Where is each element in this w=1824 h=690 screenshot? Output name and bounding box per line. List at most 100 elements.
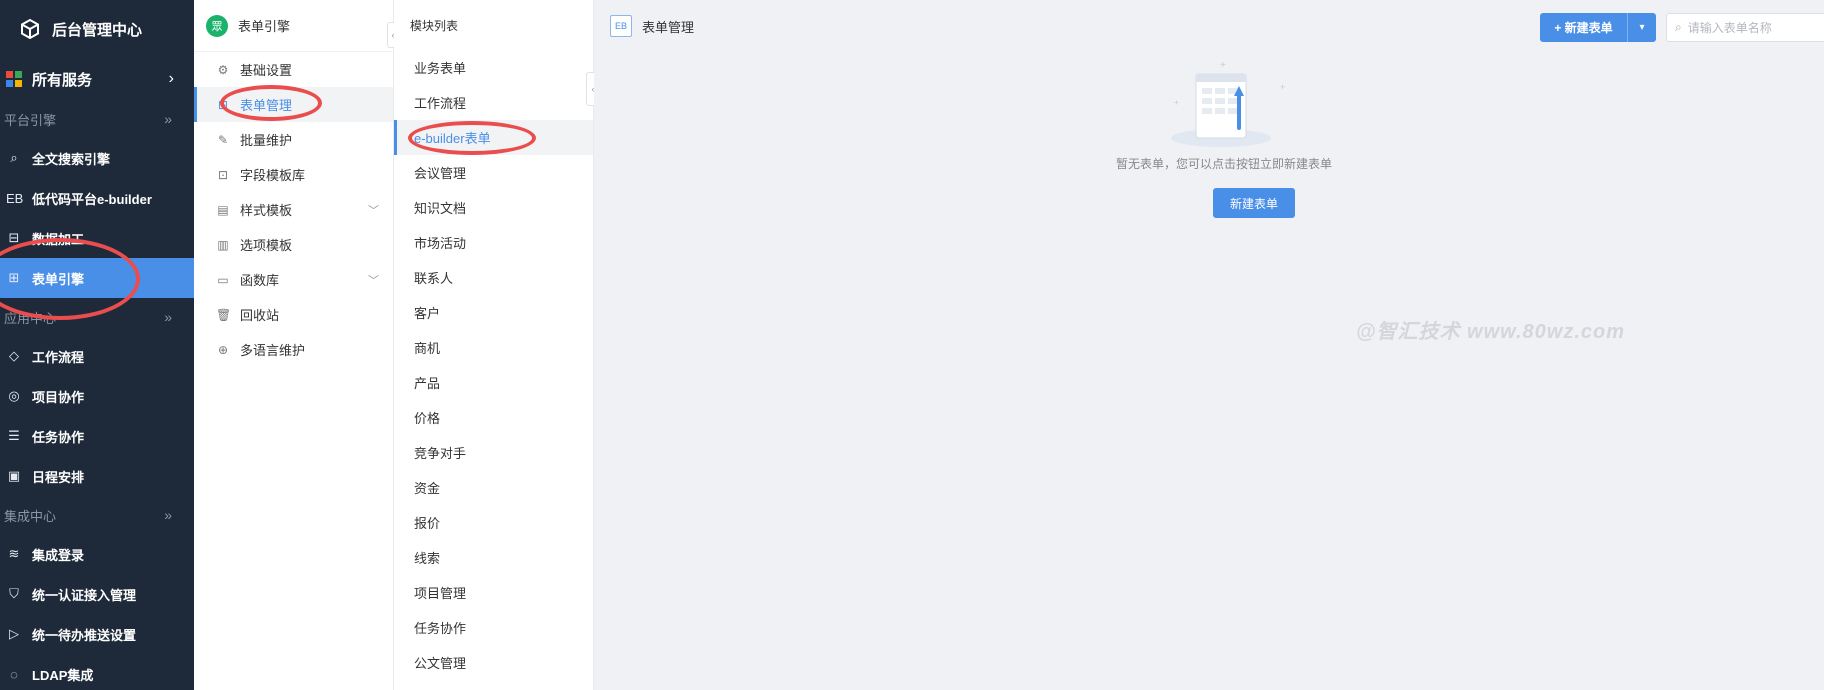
chevron-down-icon[interactable]: ▾ [1628, 13, 1656, 42]
compass-icon: ◎ [8, 388, 20, 403]
module-list-item[interactable]: 知识文档 [394, 190, 593, 225]
chevron-down-icon: ﹀ [368, 204, 379, 217]
svg-text:+: + [1280, 82, 1285, 92]
menu-item[interactable]: ▤ 样式模板 ﹀ [194, 192, 393, 227]
sidebar-item[interactable]: ⌕ 全文搜索引擎 [0, 138, 194, 178]
module-list-item[interactable]: 会议管理 [394, 155, 593, 190]
menu-item-label: 字段模板库 [240, 168, 306, 183]
double-chevron-icon: » [164, 309, 172, 325]
watermark-text: @智汇技术 www.80wz.com [1356, 321, 1626, 343]
module-list-item[interactable]: 市场活动 [394, 225, 593, 260]
search-input[interactable] [1687, 20, 1808, 35]
module-list-item[interactable]: 产品 [394, 365, 593, 400]
sidebar-group-header[interactable]: 平台引擎 » [0, 100, 194, 138]
module-list-item[interactable]: 业务表单 [394, 50, 593, 85]
module-list-item[interactable]: 竞争对手 [394, 435, 593, 470]
new-form-button[interactable]: + 新建表单 ▾ [1540, 13, 1656, 42]
logo-text: 后台管理中心 [52, 21, 143, 39]
menu-item[interactable]: ⊕ 多语言维护 [194, 332, 393, 367]
function-icon: ▭ [217, 272, 229, 287]
sidebar-item[interactable]: ◇ 工作流程 [0, 336, 194, 376]
module-list-item[interactable]: 项目管理 [394, 575, 593, 610]
menu-item-label: 回收站 [240, 308, 280, 323]
chevron-down-icon: ﹀ [368, 274, 379, 287]
sidebar-item[interactable]: ≋ 集成登录 [0, 534, 194, 574]
sidebar-group-title: 平台引擎 [4, 112, 57, 128]
form-engine-badge-icon: 眾 [206, 14, 228, 37]
sidebar-item-label: 统一认证接入管理 [32, 587, 137, 603]
chevron-right-icon: › [168, 70, 174, 87]
menu-item-label: 样式模板 [240, 203, 293, 218]
form-engine-icon: ⊞ [8, 270, 20, 285]
sidebar-item-label: 项目协作 [32, 389, 85, 405]
menu-item[interactable]: ⊟ 表单管理 [194, 87, 393, 122]
menu-item-label: 批量维护 [240, 133, 293, 148]
module-list-item[interactable]: 联系人 [394, 260, 593, 295]
sidebar-item-label: 低代码平台e-builder [32, 191, 152, 207]
sidebar-item-label: 表单引擎 [32, 271, 85, 287]
sidebar-item-label: 统一待办推送设置 [32, 627, 137, 643]
main-sidebar: 后台管理中心 所有服务 › 平台引擎 » ⌕ 全文搜索引擎 EB 低代码平台e-build… [0, 0, 194, 690]
menu-item-label: 基础设置 [240, 63, 293, 78]
all-services-button[interactable]: 所有服务 › [0, 58, 194, 100]
module-list-item[interactable]: e-builder表单 [394, 120, 593, 155]
menu-item[interactable]: ⊡ 字段模板库 [194, 157, 393, 192]
sidebar-item[interactable]: ⊞ 表单引擎 [0, 258, 194, 298]
sidebar-item[interactable]: EB 低代码平台e-builder [0, 178, 194, 218]
search-icon: ⌕ [10, 150, 18, 165]
page-title: 表单管理 [642, 19, 695, 35]
layers-icon: ◇ [9, 348, 19, 363]
module-list-item[interactable]: 工作流程 [394, 85, 593, 120]
sidebar-logo[interactable]: 后台管理中心 [0, 0, 194, 58]
sidebar-item-label: 任务协作 [32, 429, 85, 445]
module-list-item[interactable]: 公文管理 [394, 645, 593, 680]
sidebar-group-header[interactable]: 应用中心 » [0, 298, 194, 336]
sidebar-item-label: 工作流程 [32, 349, 85, 365]
module-list-item[interactable]: 商机 [394, 330, 593, 365]
settings-icon: ⚙ [217, 62, 229, 77]
data-icon: ⊟ [8, 230, 20, 245]
send-icon: ▷ [9, 626, 19, 641]
empty-illustration-icon: + + + [1171, 60, 1285, 147]
sidebar-item[interactable]: ⊟ 数据加工 [0, 218, 194, 258]
sidebar-item[interactable]: ☰ 任务协作 [0, 416, 194, 456]
sidebar-item[interactable]: ◌ LDAP集成 [0, 654, 194, 690]
sidebar-item[interactable]: ⛉ 统一认证接入管理 [0, 574, 194, 614]
menu-item[interactable]: ▭ 函数库 ﹀ [194, 262, 393, 297]
module-list-item[interactable]: 客户 [394, 295, 593, 330]
svg-text:+: + [1220, 60, 1226, 71]
sidebar-item-label: 数据加工 [32, 231, 85, 247]
menu-item[interactable]: 🗑 回收站 [194, 297, 393, 332]
form-manage-icon: ⊟ [217, 97, 229, 112]
field-template-icon: ⊡ [217, 167, 229, 182]
sidebar-item[interactable]: ▣ 日程安排 [0, 456, 194, 496]
sidebar-group-title: 应用中心 [4, 310, 57, 326]
module-list-item[interactable]: 价格 [394, 400, 593, 435]
apps-grid-icon [6, 71, 22, 87]
svg-text:+: + [1174, 98, 1179, 107]
sidebar-item-label: LDAP集成 [32, 667, 94, 683]
sidebar-item[interactable]: ◎ 项目协作 [0, 376, 194, 416]
sidebar-item-label: 全文搜索引擎 [32, 151, 111, 167]
menu-item[interactable]: ✎ 批量维护 [194, 122, 393, 157]
database-icon: ≋ [8, 546, 20, 561]
menu-title: 表单引擎 [238, 19, 291, 34]
module-list-item[interactable]: 线索 [394, 540, 593, 575]
menu-item[interactable]: ⚙ 基础设置 [194, 52, 393, 87]
sidebar-group-title: 集成中心 [4, 508, 57, 524]
empty-state-text: 暂无表单，您可以点击按钮立即新建表单 [1115, 157, 1332, 171]
module-list-item[interactable]: 报价 [394, 505, 593, 540]
eb-badge-icon: EB [610, 15, 632, 37]
module-list-item[interactable]: 任务协作 [394, 610, 593, 645]
calendar-icon: ▣ [7, 468, 21, 483]
double-chevron-icon: » [164, 111, 172, 127]
double-chevron-icon: » [164, 507, 172, 523]
sidebar-group-header[interactable]: 集成中心 » [0, 496, 194, 534]
module-list-item[interactable]: 资金 [394, 470, 593, 505]
empty-new-form-button[interactable]: 新建表单 [1213, 188, 1295, 218]
cube-logo-icon [21, 19, 39, 39]
menu-item[interactable]: ▥ 选项模板 [194, 227, 393, 262]
batch-icon: ✎ [217, 132, 229, 147]
main-content: EB 表单管理 + 新建表单 ▾ ⌕ + + + 暂无表单，您可以点击按钮立即新… [594, 0, 1824, 690]
sidebar-item[interactable]: ▷ 统一待办推送设置 [0, 614, 194, 654]
